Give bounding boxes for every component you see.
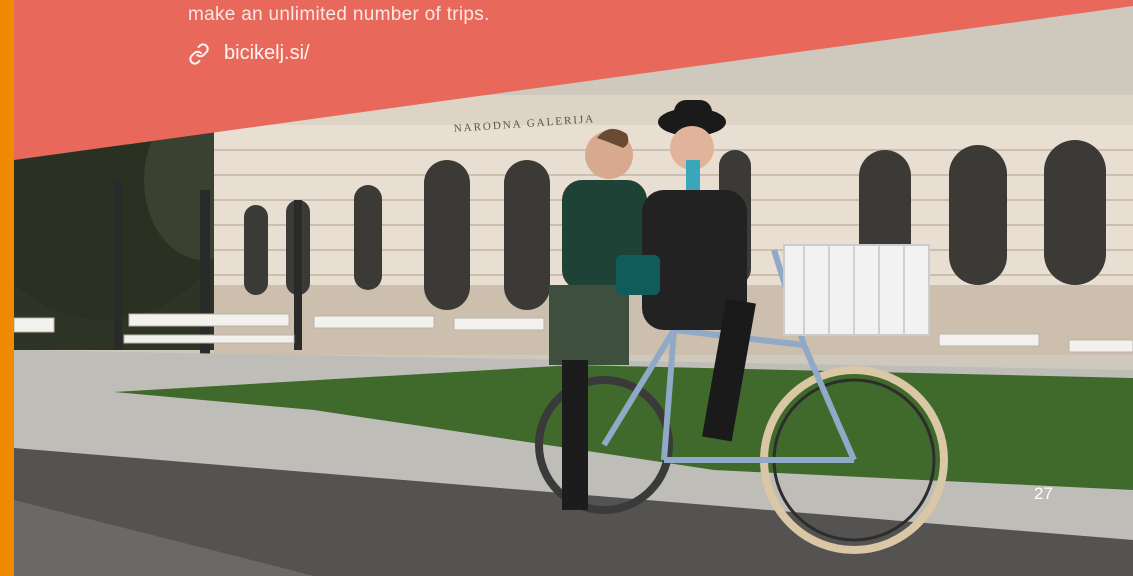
banner-link-row[interactable]: bicikelj.si/ [188,42,490,65]
orange-edge-strip [0,0,14,576]
bicycle-basket [783,244,930,336]
banner-description: make an unlimited number of trips. [188,4,490,25]
page-number: 27 [1034,484,1053,503]
info-banner [14,0,1133,170]
brochure-page: NARODNA GALERIJA make an unlimited numbe… [0,0,1133,576]
banner-shape [14,0,1133,160]
banner-content: make an unlimited number of trips. bicik… [188,0,490,65]
link-icon [188,42,210,65]
bicikelj-link[interactable]: bicikelj.si/ [224,42,310,65]
